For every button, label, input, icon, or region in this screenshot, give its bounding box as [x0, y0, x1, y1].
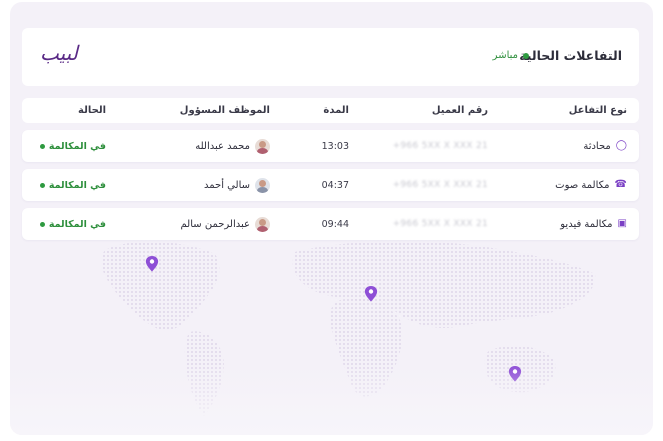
live-dot-icon — [523, 52, 529, 59]
column-header-status: الحالة — [78, 105, 106, 116]
interaction-type: ◯ محادثة — [583, 130, 627, 162]
column-header-duration: المدة — [323, 105, 349, 116]
status-dot-icon — [39, 221, 45, 227]
interaction-type-label: محادثة — [583, 140, 611, 152]
live-badge: مباشر — [493, 50, 529, 61]
video-icon: ▣ — [617, 218, 627, 229]
agent: محمد عبدالله — [195, 130, 270, 162]
status-label: في المكالمة — [48, 218, 106, 230]
agent-name: عبدالرحمن سالم — [180, 218, 250, 230]
phone-icon: ☎ — [614, 179, 627, 190]
avatar — [255, 177, 270, 193]
column-header-agent: الموظف المسؤول — [179, 105, 270, 116]
table-row[interactable]: ▣ مكالمة فيديو +966 5XX X XXX 21 09:44 ع… — [22, 208, 639, 240]
map-fade — [10, 365, 653, 435]
customer-number: +966 5XX X XXX 21 — [392, 180, 488, 190]
header-card: التفاعلات الحالية مباشر لبيب — [22, 28, 639, 86]
agent-name: محمد عبدالله — [195, 140, 250, 152]
avatar — [255, 138, 270, 154]
table-header: نوع التفاعل رقم العميل المدة الموظف المس… — [22, 98, 639, 123]
chat-icon: ◯ — [615, 140, 627, 151]
call-duration: 13:03 — [321, 140, 349, 152]
status-badge: في المكالمة — [39, 208, 106, 240]
customer-number: +966 5XX X XXX 21 — [392, 219, 488, 229]
interaction-type-label: مكالمة فيديو — [560, 218, 613, 230]
interaction-type-label: مكالمة صوت — [555, 179, 610, 191]
live-label: مباشر — [492, 50, 518, 61]
interaction-type: ☎ مكالمة صوت — [555, 169, 627, 201]
call-duration: 04:37 — [321, 179, 349, 191]
agent: عبدالرحمن سالم — [181, 208, 270, 240]
app-frame: التفاعلات الحالية مباشر لبيب نوع التفاعل… — [10, 2, 653, 435]
column-header-type: نوع التفاعل — [568, 105, 627, 116]
call-duration: 09:44 — [321, 218, 349, 230]
interaction-type: ▣ مكالمة فيديو — [560, 208, 627, 240]
status-badge: في المكالمة — [39, 169, 106, 201]
table-row[interactable]: ◯ محادثة +966 5XX X XXX 21 13:03 محمد عب… — [22, 130, 639, 162]
agent-name: سالي أحمد — [204, 179, 250, 191]
customer-number: +966 5XX X XXX 21 — [392, 141, 488, 151]
status-label: في المكالمة — [48, 179, 106, 191]
agent: سالي أحمد — [204, 169, 270, 201]
column-header-customer-number: رقم العميل — [431, 105, 488, 116]
page-title: التفاعلات الحالية — [519, 48, 622, 63]
status-badge: في المكالمة — [39, 130, 106, 162]
logo: لبيب — [40, 41, 78, 65]
status-label: في المكالمة — [48, 140, 106, 152]
avatar — [255, 216, 270, 232]
status-dot-icon — [39, 182, 45, 188]
table-row[interactable]: ☎ مكالمة صوت +966 5XX X XXX 21 04:37 سال… — [22, 169, 639, 201]
status-dot-icon — [39, 143, 45, 149]
